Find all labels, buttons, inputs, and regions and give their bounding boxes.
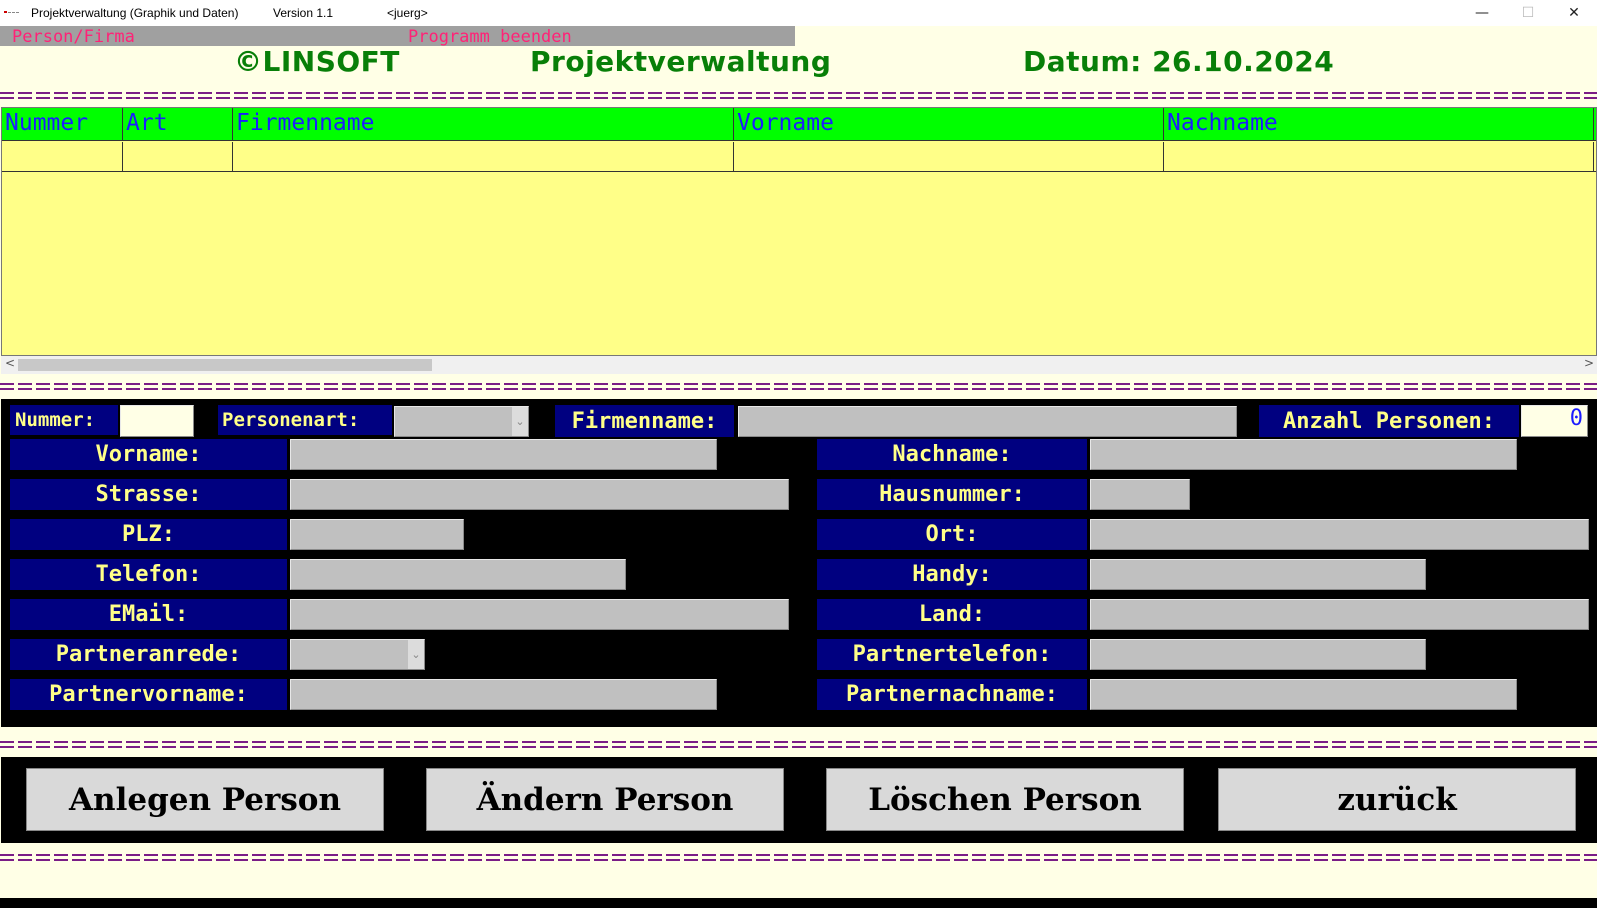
- title-bar: Projektverwaltung (Graphik und Daten) Ve…: [0, 0, 1597, 26]
- column-header-nummer[interactable]: Nummer: [2, 108, 123, 141]
- partneranrede-select[interactable]: ⌄: [290, 639, 425, 670]
- bottom-border: [0, 898, 1597, 908]
- app-icon: [4, 11, 19, 13]
- date-label: Datum: 26.10.2024: [1023, 45, 1335, 78]
- nachname-label: Nachname:: [817, 439, 1087, 470]
- personenart-label: Personenart:: [218, 405, 392, 435]
- plz-field[interactable]: [290, 519, 464, 550]
- horizontal-scrollbar[interactable]: < >: [1, 356, 1597, 374]
- grid-cell[interactable]: [734, 142, 1164, 172]
- person-form: Nummer: Personenart: ⌄ Firmenname: Anzah…: [1, 399, 1597, 727]
- window-version: Version 1.1: [273, 6, 334, 20]
- nummer-label: Nummer:: [10, 405, 118, 435]
- partneranrede-label: Partneranrede:: [10, 639, 287, 670]
- handy-field[interactable]: [1090, 559, 1426, 590]
- strasse-label: Strasse:: [10, 479, 287, 510]
- grid-cell[interactable]: [1164, 142, 1594, 172]
- menu-person-firma[interactable]: Person/Firma: [12, 27, 135, 47]
- ort-field[interactable]: [1090, 519, 1589, 550]
- email-field[interactable]: [290, 599, 789, 630]
- telefon-label: Telefon:: [10, 559, 287, 590]
- separator-top: [0, 91, 1597, 100]
- plz-label: PLZ:: [10, 519, 287, 550]
- nummer-field[interactable]: [120, 405, 194, 437]
- close-button[interactable]: ✕: [1551, 0, 1597, 26]
- handy-label: Handy:: [817, 559, 1087, 590]
- partnernachname-label: Partnernachname:: [817, 679, 1087, 710]
- partnervorname-label: Partnervorname:: [10, 679, 287, 710]
- chevron-down-icon[interactable]: ⌄: [408, 640, 424, 669]
- loeschen-person-button[interactable]: Löschen Person: [826, 768, 1184, 831]
- column-header-nachname[interactable]: Nachname: [1164, 108, 1594, 141]
- hausnummer-label: Hausnummer:: [817, 479, 1087, 510]
- strasse-field[interactable]: [290, 479, 789, 510]
- grid-cell[interactable]: [123, 142, 233, 172]
- anzahl-personen-value: 0: [1521, 405, 1588, 437]
- separator-middle: [0, 382, 1597, 391]
- email-label: EMail:: [10, 599, 287, 630]
- partnertelefon-label: Partnertelefon:: [817, 639, 1087, 670]
- anzahl-personen-label: Anzahl Personen:: [1259, 405, 1519, 437]
- vorname-label: Vorname:: [10, 439, 287, 470]
- partnervorname-field[interactable]: [290, 679, 717, 710]
- column-header-vorname[interactable]: Vorname: [734, 108, 1164, 141]
- hausnummer-field[interactable]: [1090, 479, 1190, 510]
- menu-bar: Person/Firma Programm beenden: [0, 26, 795, 47]
- partnertelefon-field[interactable]: [1090, 639, 1426, 670]
- maximize-button[interactable]: ☐: [1505, 0, 1551, 26]
- ort-label: Ort:: [817, 519, 1087, 550]
- scrollbar-thumb[interactable]: [18, 359, 432, 371]
- chevron-down-icon[interactable]: ⌄: [512, 407, 528, 436]
- column-header-art[interactable]: Art: [123, 108, 233, 141]
- chevron-left-icon[interactable]: <: [5, 356, 15, 370]
- page-title: Projektverwaltung: [530, 45, 832, 78]
- table-row[interactable]: [2, 142, 1596, 172]
- separator-bottom: [0, 853, 1597, 862]
- window-title: Projektverwaltung (Graphik und Daten): [31, 6, 239, 20]
- firmenname-label: Firmenname:: [555, 405, 734, 437]
- chevron-right-icon[interactable]: >: [1584, 356, 1594, 370]
- nachname-field[interactable]: [1090, 439, 1517, 470]
- grid-cell[interactable]: [2, 142, 123, 172]
- aendern-person-button[interactable]: Ändern Person: [426, 768, 784, 831]
- firmenname-field[interactable]: [738, 406, 1237, 437]
- separator-lower: [0, 740, 1597, 749]
- window-user: <juerg>: [387, 6, 428, 20]
- button-bar: Anlegen Person Ändern Person Löschen Per…: [1, 757, 1597, 843]
- column-header-firmenname[interactable]: Firmenname: [233, 108, 734, 141]
- land-label: Land:: [817, 599, 1087, 630]
- person-grid[interactable]: Nummer Art Firmenname Vorname Nachname: [1, 107, 1597, 356]
- personenart-select[interactable]: ⌄: [394, 406, 529, 437]
- brand-label: ©LINSOFT: [234, 45, 400, 78]
- menu-programm-beenden[interactable]: Programm beenden: [408, 27, 572, 47]
- grid-cell[interactable]: [233, 142, 734, 172]
- minimize-button[interactable]: —: [1459, 0, 1505, 26]
- telefon-field[interactable]: [290, 559, 626, 590]
- vorname-field[interactable]: [290, 439, 717, 470]
- zurueck-button[interactable]: zurück: [1218, 768, 1576, 831]
- partnernachname-field[interactable]: [1090, 679, 1517, 710]
- grid-header: Nummer Art Firmenname Vorname Nachname: [2, 108, 1596, 141]
- anlegen-person-button[interactable]: Anlegen Person: [26, 768, 384, 831]
- land-field[interactable]: [1090, 599, 1589, 630]
